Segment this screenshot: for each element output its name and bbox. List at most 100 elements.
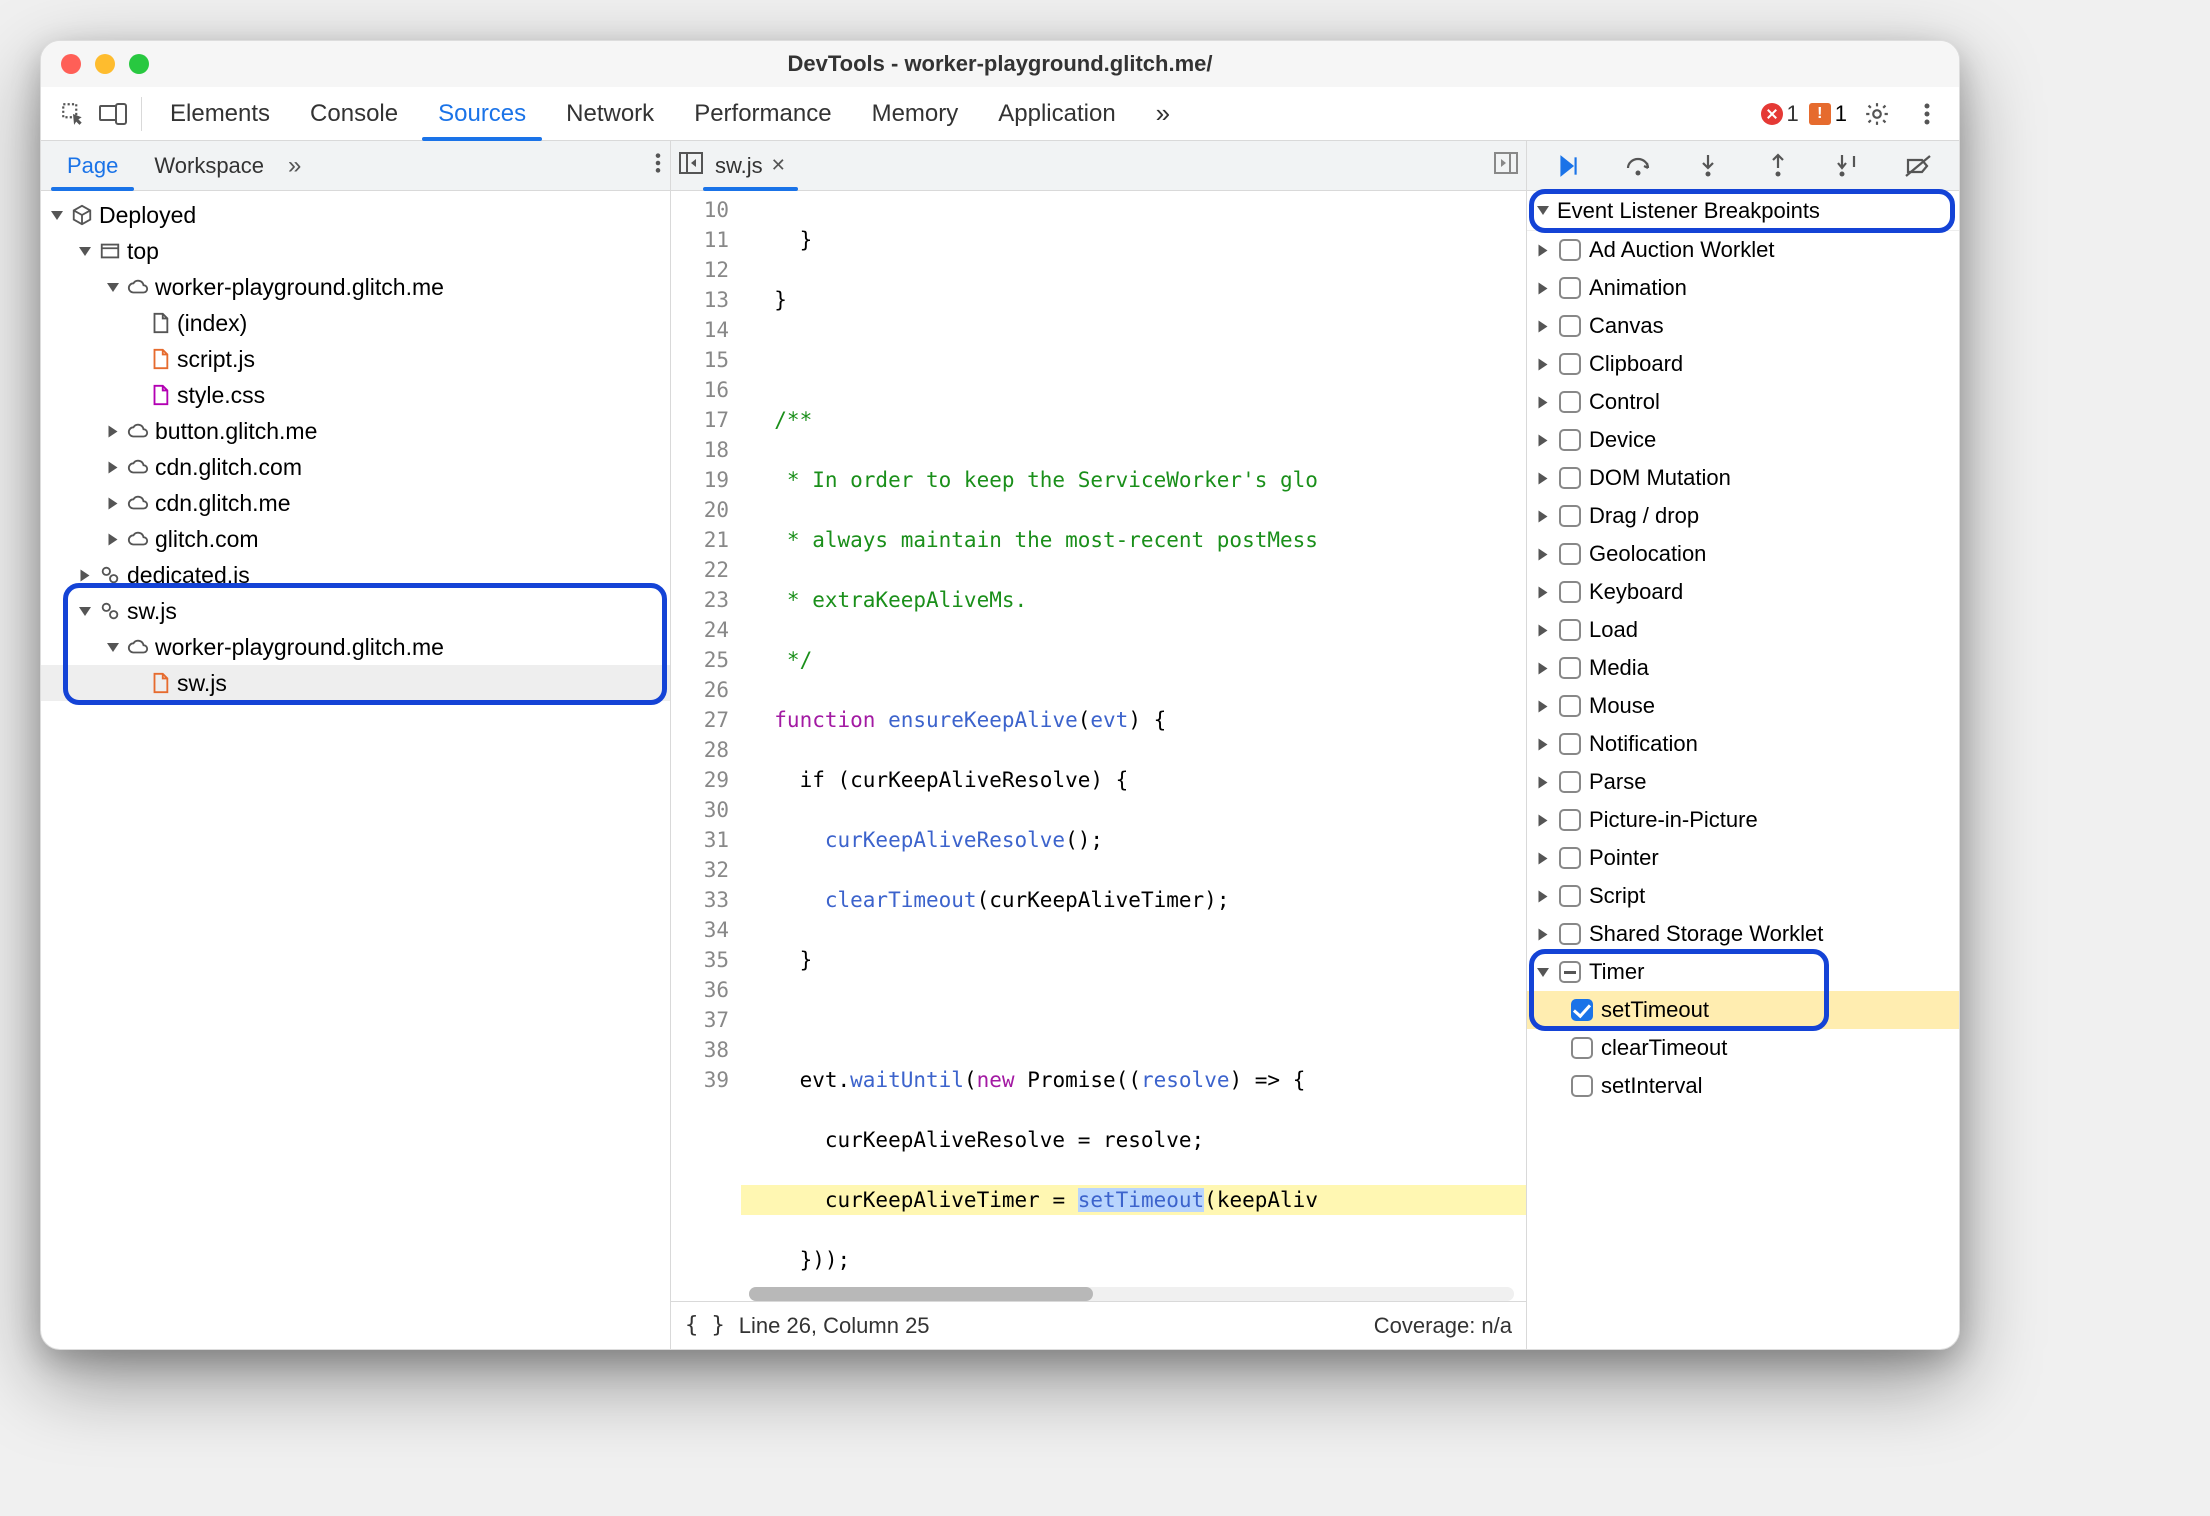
window-controls: [61, 54, 149, 74]
debugger-toolbar: [1527, 141, 1959, 191]
format-icon[interactable]: { }: [685, 1313, 725, 1338]
tree-swjs-file[interactable]: sw.js: [41, 665, 670, 701]
settings-icon[interactable]: [1857, 94, 1897, 134]
bp-category[interactable]: Geolocation: [1527, 535, 1959, 573]
step-over-icon[interactable]: [1620, 154, 1656, 178]
bp-category[interactable]: Clipboard: [1527, 345, 1959, 383]
tab-elements[interactable]: Elements: [150, 87, 290, 140]
error-count[interactable]: 1: [1761, 101, 1799, 127]
bp-category[interactable]: Animation: [1527, 269, 1959, 307]
bp-category[interactable]: Keyboard: [1527, 573, 1959, 611]
bp-category[interactable]: Control: [1527, 383, 1959, 421]
editor-tab-swjs[interactable]: sw.js ✕: [703, 141, 798, 190]
horizontal-scrollbar[interactable]: [749, 1287, 1514, 1301]
tree-domain[interactable]: worker-playground.glitch.me: [41, 269, 670, 305]
deactivate-breakpoints-icon[interactable]: [1900, 154, 1936, 178]
bp-settimeout[interactable]: setTimeout: [1527, 991, 1959, 1029]
bp-category[interactable]: Drag / drop: [1527, 497, 1959, 535]
inspect-element-icon[interactable]: [53, 94, 93, 134]
cloud-icon: [127, 492, 149, 514]
bp-category[interactable]: Load: [1527, 611, 1959, 649]
bp-category[interactable]: Pointer: [1527, 839, 1959, 877]
run-snippet-icon[interactable]: [1494, 152, 1518, 180]
step-out-icon[interactable]: [1760, 153, 1796, 179]
breakpoints-section-header[interactable]: Event Listener Breakpoints: [1527, 191, 1959, 231]
tree-swjs-domain[interactable]: worker-playground.glitch.me: [41, 629, 670, 665]
resume-icon[interactable]: [1550, 153, 1586, 179]
file-icon: [149, 384, 171, 406]
navigator-tab-workspace[interactable]: Workspace: [136, 141, 282, 190]
bp-category[interactable]: DOM Mutation: [1527, 459, 1959, 497]
tree-dedicated[interactable]: dedicated.js: [41, 557, 670, 593]
tree-stylecss[interactable]: style.css: [41, 377, 670, 413]
more-menu-icon[interactable]: [1907, 94, 1947, 134]
tab-performance[interactable]: Performance: [674, 87, 851, 140]
main-toolbar: Elements Console Sources Network Perform…: [41, 87, 1959, 141]
frame-icon: [99, 240, 121, 262]
tab-console[interactable]: Console: [290, 87, 418, 140]
cloud-icon: [127, 276, 149, 298]
device-toolbar-icon[interactable]: [93, 94, 133, 134]
close-window-button[interactable]: [61, 54, 81, 74]
code-editor[interactable]: 1011121314151617181920212223242526272829…: [671, 191, 1526, 1301]
issues-count[interactable]: ! 1: [1809, 101, 1847, 127]
breakpoint-categories[interactable]: Ad Auction Worklet Animation Canvas Clip…: [1527, 231, 1959, 1349]
navigator-tab-page[interactable]: Page: [49, 141, 136, 190]
tree-index[interactable]: (index): [41, 305, 670, 341]
navigator-more-icon[interactable]: [654, 152, 662, 180]
checkbox-checked-icon[interactable]: [1571, 999, 1593, 1021]
bp-category[interactable]: Ad Auction Worklet: [1527, 231, 1959, 269]
tree-scriptjs[interactable]: script.js: [41, 341, 670, 377]
worker-icon: [99, 600, 121, 622]
bp-category-timer[interactable]: Timer: [1527, 953, 1959, 991]
tree-swjs-group[interactable]: sw.js: [41, 593, 670, 629]
tree-button[interactable]: button.glitch.me: [41, 413, 670, 449]
tab-memory[interactable]: Memory: [852, 87, 979, 140]
coverage-status: Coverage: n/a: [1374, 1313, 1512, 1339]
toggle-navigator-icon[interactable]: [679, 152, 703, 180]
bp-category[interactable]: Picture-in-Picture: [1527, 801, 1959, 839]
navigator-tabs-overflow-icon[interactable]: »: [288, 152, 301, 180]
cloud-icon: [127, 636, 149, 658]
editor-status-bar: { } Line 26, Column 25 Coverage: n/a: [671, 1301, 1526, 1349]
file-tree[interactable]: Deployed top worker-playground.glitch.me…: [41, 191, 670, 1349]
bp-category[interactable]: Parse: [1527, 763, 1959, 801]
tab-application[interactable]: Application: [978, 87, 1135, 140]
bp-category[interactable]: Shared Storage Worklet: [1527, 915, 1959, 953]
step-into-icon[interactable]: [1690, 153, 1726, 179]
tree-cdn1[interactable]: cdn.glitch.com: [41, 449, 670, 485]
worker-icon: [99, 564, 121, 586]
tree-top[interactable]: top: [41, 233, 670, 269]
tabs-overflow-icon[interactable]: »: [1136, 87, 1190, 140]
maximize-window-button[interactable]: [129, 54, 149, 74]
cursor-position: Line 26, Column 25: [739, 1313, 930, 1339]
tree-cdn2[interactable]: cdn.glitch.me: [41, 485, 670, 521]
bp-category[interactable]: Script: [1527, 877, 1959, 915]
panel-tabs: Elements Console Sources Network Perform…: [150, 87, 1190, 140]
tab-network[interactable]: Network: [546, 87, 674, 140]
bp-category[interactable]: Device: [1527, 421, 1959, 459]
debugger-panel: Event Listener Breakpoints Ad Auction Wo…: [1527, 141, 1959, 1349]
window-title: DevTools - worker-playground.glitch.me/: [41, 51, 1959, 77]
error-icon: [1761, 103, 1783, 125]
bp-setinterval[interactable]: setInterval: [1527, 1067, 1959, 1105]
minimize-window-button[interactable]: [95, 54, 115, 74]
bp-category[interactable]: Media: [1527, 649, 1959, 687]
line-gutter: 1011121314151617181920212223242526272829…: [671, 191, 741, 1301]
tab-sources[interactable]: Sources: [418, 87, 546, 140]
file-icon: [149, 312, 171, 334]
bp-category[interactable]: Canvas: [1527, 307, 1959, 345]
tree-glitchcom[interactable]: glitch.com: [41, 521, 670, 557]
file-icon: [149, 348, 171, 370]
bp-category[interactable]: Mouse: [1527, 687, 1959, 725]
bp-cleartimeout[interactable]: clearTimeout: [1527, 1029, 1959, 1067]
tree-deployed[interactable]: Deployed: [41, 197, 670, 233]
close-tab-icon[interactable]: ✕: [771, 155, 786, 176]
navigator-panel: Page Workspace » Deployed top: [41, 141, 671, 1349]
issues-icon: !: [1809, 103, 1831, 125]
cloud-icon: [127, 420, 149, 442]
step-icon[interactable]: [1830, 153, 1866, 179]
editor-panel: sw.js ✕ 10111213141516171819202122232425…: [671, 141, 1527, 1349]
deployed-icon: [71, 204, 93, 226]
bp-category[interactable]: Notification: [1527, 725, 1959, 763]
